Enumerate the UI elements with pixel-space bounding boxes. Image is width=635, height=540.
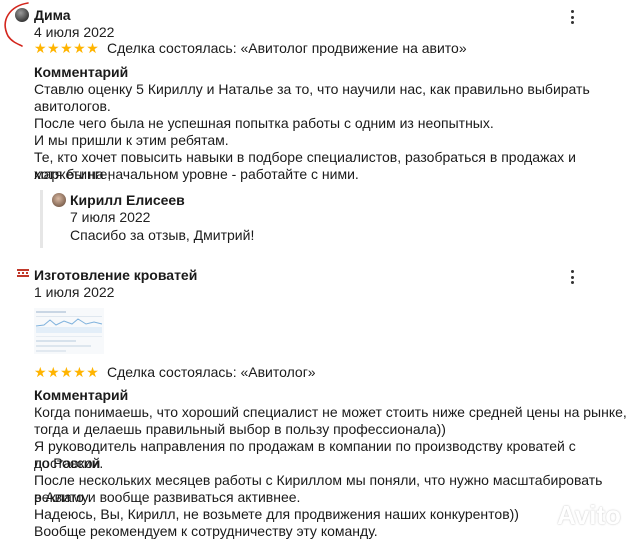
attached-image-thumbnail[interactable] [34, 308, 104, 354]
rating-stars: ★★★★★ [34, 40, 100, 56]
comment-line: Я руководитель направления по продажам в… [34, 438, 576, 471]
comment-line: Вообще рекомендуем к сотрудничеству эту … [34, 523, 378, 539]
review-author[interactable]: Изготовление кроватей [34, 267, 197, 283]
comment-line: по России. [34, 455, 104, 471]
reply-author[interactable]: Кирилл Елисеев [70, 192, 185, 208]
comment-heading: Комментарий [34, 387, 129, 403]
more-options-icon[interactable] [567, 270, 577, 284]
comment-line: в Авито и вообще развиваться активнее. [34, 489, 301, 505]
reply-avatar[interactable] [52, 193, 66, 207]
reply-date: 7 июля 2022 [70, 209, 151, 225]
deal-status: Сделка состоялась: «Авитолог» [107, 364, 316, 380]
review-date: 1 июля 2022 [34, 284, 115, 300]
comment-line: Когда понимаешь, что хороший специалист … [34, 404, 627, 420]
comment-line: тогда и делаешь правильный выбор в польз… [34, 421, 446, 437]
avito-logo-icon [527, 503, 552, 527]
comment-heading: Комментарий [34, 64, 129, 80]
comment-line: авитологов. [34, 98, 111, 114]
review-author[interactable]: Дима [34, 7, 71, 23]
more-options-icon[interactable] [567, 10, 577, 24]
comment-line: хотя бы на начальном уровне - работайте … [34, 166, 359, 182]
rating-stars: ★★★★★ [34, 364, 100, 380]
comment-line: Надеюсь, Вы, Кирилл, не возьмете для про… [34, 506, 519, 522]
comment-line: И мы пришли к этим ребятам. [34, 132, 229, 148]
comment-line: После чего была не успешная попытка рабо… [34, 115, 494, 131]
reply-text: Спасибо за отзыв, Дмитрий! [70, 227, 255, 243]
reply-divider [40, 190, 43, 248]
review-date: 4 июля 2022 [34, 24, 115, 40]
avito-watermark: Avito [526, 500, 621, 531]
watermark-text: Avito [557, 500, 622, 530]
company-logo[interactable] [17, 269, 29, 277]
comment-line: Ставлю оценку 5 Кириллу и Наталье за то,… [34, 81, 590, 97]
author-avatar[interactable] [15, 8, 29, 22]
deal-status: Сделка состоялась: «Авитолог продвижение… [107, 40, 467, 56]
